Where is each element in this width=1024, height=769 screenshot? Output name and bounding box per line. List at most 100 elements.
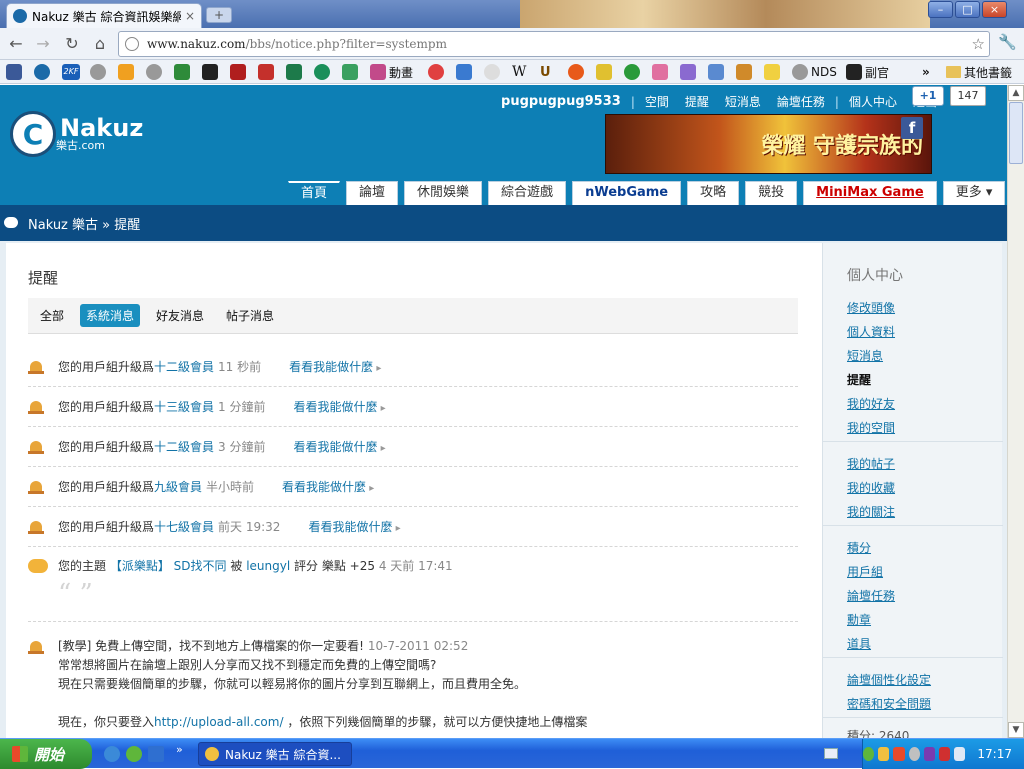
what-can-i-do-link[interactable]: 看看我能做什麼 bbox=[289, 358, 381, 375]
tab-close-icon[interactable]: × bbox=[185, 9, 195, 23]
address-bar[interactable]: www.nakuz.com/bbs/notice.php?filter=syst… bbox=[118, 31, 990, 57]
bookmark-site-7[interactable] bbox=[202, 64, 221, 80]
bookmark-site-22[interactable] bbox=[652, 64, 671, 80]
other-bookmarks-folder[interactable]: 其他書籤 bbox=[946, 64, 1012, 80]
google-plus-one-button[interactable]: +1 bbox=[912, 86, 944, 106]
scroll-thumb[interactable] bbox=[1009, 102, 1023, 164]
sidebar-item-favorites[interactable]: 我的收藏 bbox=[847, 479, 895, 496]
upload-link[interactable]: http://upload-all.com/ bbox=[154, 715, 283, 729]
tray-icon[interactable] bbox=[908, 747, 920, 761]
bookmark-youtube[interactable] bbox=[258, 64, 277, 80]
bookmark-site-25[interactable] bbox=[736, 64, 755, 80]
breadcrumb-text[interactable]: Nakuz 樂古 » 提醒 bbox=[28, 214, 140, 233]
bookmark-site-20[interactable] bbox=[596, 64, 615, 80]
sidebar-item-notice[interactable]: 提醒 bbox=[847, 371, 871, 388]
bookmark-site-5[interactable] bbox=[146, 64, 165, 80]
username-link[interactable]: pugpugpug9533 bbox=[493, 94, 629, 109]
tab-posts[interactable]: 帖子消息 bbox=[220, 304, 280, 327]
start-button[interactable]: 開始 bbox=[0, 739, 92, 769]
topic-link[interactable]: 【派樂點】 SD找不同 bbox=[110, 559, 227, 573]
bookmark-site-3[interactable] bbox=[90, 64, 109, 80]
bookmark-site-21[interactable] bbox=[624, 64, 643, 80]
tab-all[interactable]: 全部 bbox=[34, 304, 70, 327]
bookmarks-overflow-button[interactable]: » bbox=[922, 64, 930, 80]
bookmark-nds[interactable]: NDS bbox=[792, 64, 837, 80]
bookmark-site-12[interactable] bbox=[342, 64, 361, 80]
bookmark-star-icon[interactable]: ☆ bbox=[972, 35, 985, 53]
sidebar-item-tasks[interactable]: 論壇任務 bbox=[847, 587, 895, 604]
minimize-button[interactable]: – bbox=[928, 1, 953, 18]
rater-link[interactable]: leungyl bbox=[246, 559, 290, 573]
sidebar-item-points[interactable]: 積分 bbox=[847, 539, 871, 556]
bookmark-u[interactable]: U bbox=[540, 64, 551, 80]
shield-icon[interactable] bbox=[878, 747, 890, 761]
group-link[interactable]: 九級會員 bbox=[154, 478, 202, 495]
user-link-center[interactable]: 個人中心 bbox=[841, 93, 905, 110]
nav-games[interactable]: 綜合遊戲 bbox=[488, 181, 567, 205]
bookmark-wikipedia[interactable]: W bbox=[512, 64, 526, 80]
group-link[interactable]: 十二級會員 bbox=[154, 438, 214, 455]
what-can-i-do-link[interactable]: 看看我能做什麼 bbox=[282, 478, 374, 495]
sidebar-item-security[interactable]: 密碼和安全問題 bbox=[847, 695, 931, 712]
ad-banner[interactable]: 榮耀 守護宗族的 f bbox=[605, 114, 932, 174]
bookmark-site-15[interactable] bbox=[456, 64, 475, 80]
bookmark-site-23[interactable] bbox=[680, 64, 699, 80]
chrome-quicklaunch-icon[interactable] bbox=[104, 746, 120, 762]
app-quicklaunch-icon[interactable] bbox=[126, 746, 142, 762]
wrench-menu-icon[interactable]: 🔧 bbox=[998, 33, 1017, 51]
nav-bidding[interactable]: 競投 bbox=[745, 181, 798, 205]
sidebar-item-usergroup[interactable]: 用戶組 bbox=[847, 563, 883, 580]
sidebar-item-profile[interactable]: 個人資料 bbox=[847, 323, 895, 340]
nav-guides[interactable]: 攻略 bbox=[687, 181, 740, 205]
what-can-i-do-link[interactable]: 看看我能做什麼 bbox=[308, 518, 400, 535]
user-link-space[interactable]: 空間 bbox=[637, 93, 677, 110]
bookmark-site-4[interactable] bbox=[118, 64, 137, 80]
keyboard-icon[interactable] bbox=[824, 748, 838, 759]
nav-leisure[interactable]: 休閒娛樂 bbox=[404, 181, 483, 205]
explorer-quicklaunch-icon[interactable] bbox=[148, 746, 164, 762]
close-window-button[interactable]: × bbox=[982, 1, 1007, 18]
bookmark-site-26[interactable] bbox=[764, 64, 783, 80]
sidebar-item-personalize[interactable]: 論壇個性化設定 bbox=[847, 671, 931, 688]
tray-icon[interactable] bbox=[923, 747, 935, 761]
bookmark-2kf[interactable]: 2KF bbox=[62, 64, 83, 80]
scroll-down-icon[interactable]: ▼ bbox=[1008, 722, 1024, 738]
new-tab-button[interactable]: + bbox=[206, 7, 232, 23]
tray-icon[interactable] bbox=[893, 747, 905, 761]
bookmark-site-14[interactable] bbox=[428, 64, 447, 80]
sidebar-item-friends[interactable]: 我的好友 bbox=[847, 395, 895, 412]
sidebar-item-pm[interactable]: 短消息 bbox=[847, 347, 883, 364]
taskbar-window-item[interactable]: Nakuz 樂古 綜合資... bbox=[198, 742, 352, 766]
user-link-pm[interactable]: 短消息 bbox=[717, 93, 769, 110]
scroll-up-icon[interactable]: ▲ bbox=[1008, 85, 1024, 101]
group-link[interactable]: 十二級會員 bbox=[154, 358, 214, 375]
bookmark-site-8[interactable] bbox=[230, 64, 249, 80]
tray-icon[interactable] bbox=[939, 747, 951, 761]
reload-icon[interactable]: ↻ bbox=[61, 33, 83, 55]
sidebar-item-posts[interactable]: 我的帖子 bbox=[847, 455, 895, 472]
sidebar-item-medals[interactable]: 勳章 bbox=[847, 611, 871, 628]
tab-system[interactable]: 系統消息 bbox=[80, 304, 141, 327]
tray-icon[interactable] bbox=[862, 747, 875, 761]
nav-forum[interactable]: 論壇 bbox=[346, 181, 399, 205]
browser-tab[interactable]: Nakuz 樂古 綜合資訊娛樂網 × bbox=[6, 3, 202, 28]
bookmark-site-11[interactable] bbox=[314, 64, 333, 80]
sidebar-item-items[interactable]: 道具 bbox=[847, 635, 871, 652]
user-link-tasks[interactable]: 論壇任務 bbox=[769, 93, 833, 110]
nav-minimax[interactable]: MiniMax Game bbox=[803, 181, 937, 205]
bookmark-site-16[interactable] bbox=[484, 64, 503, 80]
sidebar-item-avatar[interactable]: 修改頭像 bbox=[847, 299, 895, 316]
tab-friends[interactable]: 好友消息 bbox=[150, 304, 210, 327]
quicklaunch-more-button[interactable]: » bbox=[176, 743, 183, 756]
user-link-notice[interactable]: 提醒 bbox=[677, 93, 717, 110]
maximize-button[interactable]: □ bbox=[955, 1, 980, 18]
sidebar-item-following[interactable]: 我的關注 bbox=[847, 503, 895, 520]
bookmark-site-19[interactable] bbox=[568, 64, 587, 80]
home-icon[interactable]: ⌂ bbox=[89, 33, 111, 55]
nav-nwebgame[interactable]: nWebGame bbox=[572, 181, 682, 205]
bookmark-site-6[interactable] bbox=[174, 64, 193, 80]
nav-more[interactable]: 更多 ▾ bbox=[942, 181, 1006, 205]
bookmark-site-24[interactable] bbox=[708, 64, 727, 80]
vertical-scrollbar[interactable]: ▲ ▼ bbox=[1007, 85, 1024, 738]
group-link[interactable]: 十七級會員 bbox=[154, 518, 214, 535]
